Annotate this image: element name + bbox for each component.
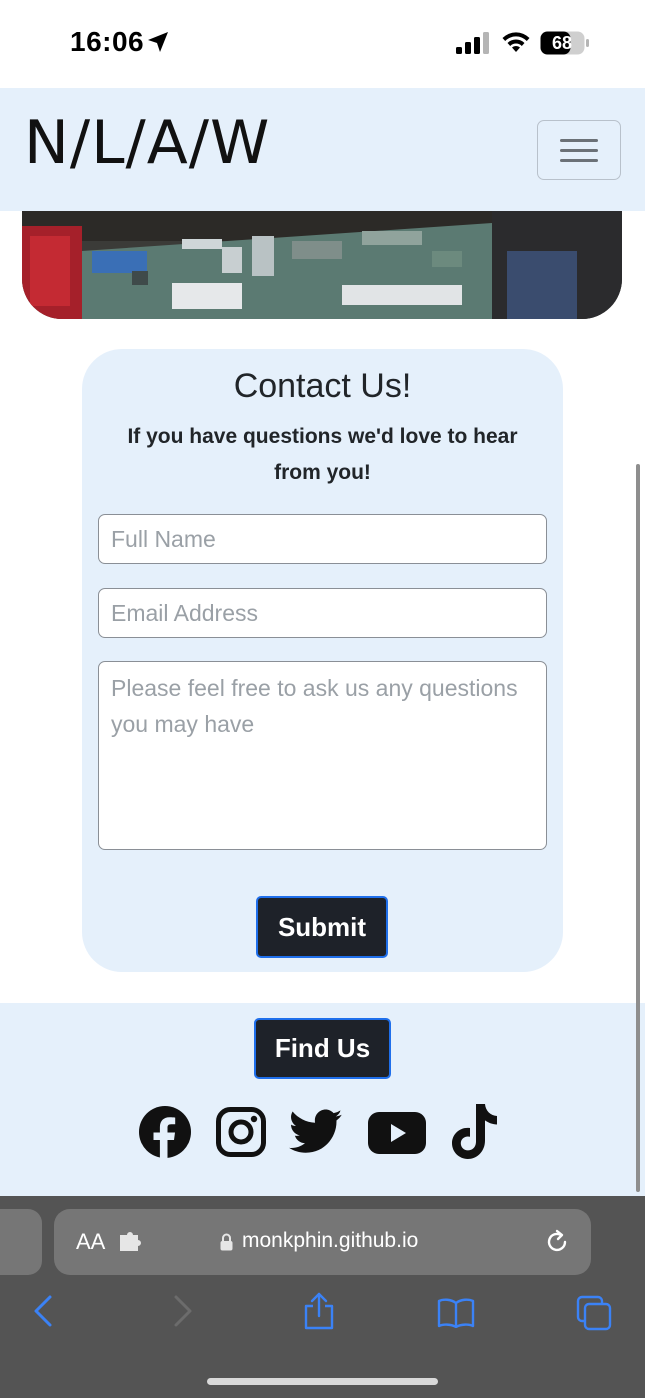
email-input[interactable] xyxy=(98,588,547,638)
youtube-icon[interactable] xyxy=(368,1112,426,1154)
brand-logo[interactable]: N/L/A/W xyxy=(24,108,270,178)
bookmarks-icon[interactable] xyxy=(437,1298,475,1328)
contact-card: Contact Us! If you have questions we'd l… xyxy=(82,349,563,972)
share-icon[interactable] xyxy=(302,1292,336,1330)
location-arrow-icon xyxy=(148,32,168,52)
status-time: 16:06 xyxy=(70,26,145,57)
battery-level: 68 xyxy=(551,33,573,53)
tabs-icon[interactable] xyxy=(576,1295,612,1331)
hamburger-line xyxy=(560,139,598,142)
url-text: monkphin.github.io xyxy=(242,1229,419,1252)
page-settings-button[interactable]: AA xyxy=(76,1229,105,1255)
full-name-input[interactable] xyxy=(98,514,547,564)
navbar-toggler-button[interactable] xyxy=(537,120,621,180)
back-icon[interactable] xyxy=(32,1294,54,1328)
wifi-icon xyxy=(502,32,530,52)
contact-subtitle: If you have questions we'd love to hear … xyxy=(127,425,518,484)
tiktok-icon[interactable] xyxy=(452,1104,498,1160)
safari-toolbar: AA monkphin.github.io xyxy=(0,1196,645,1398)
message-textarea[interactable] xyxy=(98,661,547,850)
page-scrollbar[interactable] xyxy=(636,464,640,1192)
find-us-button[interactable]: Find Us xyxy=(254,1018,391,1079)
hamburger-line xyxy=(560,159,598,162)
address-bar[interactable]: AA monkphin.github.io xyxy=(54,1209,591,1275)
twitter-icon[interactable] xyxy=(289,1109,343,1155)
navbar: N/L/A/W xyxy=(0,88,645,211)
extension-puzzle-icon[interactable] xyxy=(118,1231,144,1253)
instagram-icon[interactable] xyxy=(216,1107,266,1157)
home-indicator[interactable] xyxy=(207,1378,438,1385)
contact-title: Contact Us! xyxy=(233,367,412,405)
hamburger-line xyxy=(560,149,598,152)
status-bar: 16:06 68 xyxy=(0,0,645,88)
facebook-icon[interactable] xyxy=(138,1103,192,1161)
footer: Find Us xyxy=(0,1003,645,1196)
hero-image xyxy=(22,211,622,319)
reload-icon[interactable] xyxy=(544,1229,570,1255)
submit-button[interactable]: Submit xyxy=(256,896,388,958)
forward-icon[interactable] xyxy=(172,1294,194,1328)
previous-tab-preview[interactable] xyxy=(0,1209,42,1275)
lock-icon xyxy=(220,1233,233,1251)
cellular-signal-icon xyxy=(456,32,489,54)
hero-photo-icon xyxy=(22,211,622,319)
